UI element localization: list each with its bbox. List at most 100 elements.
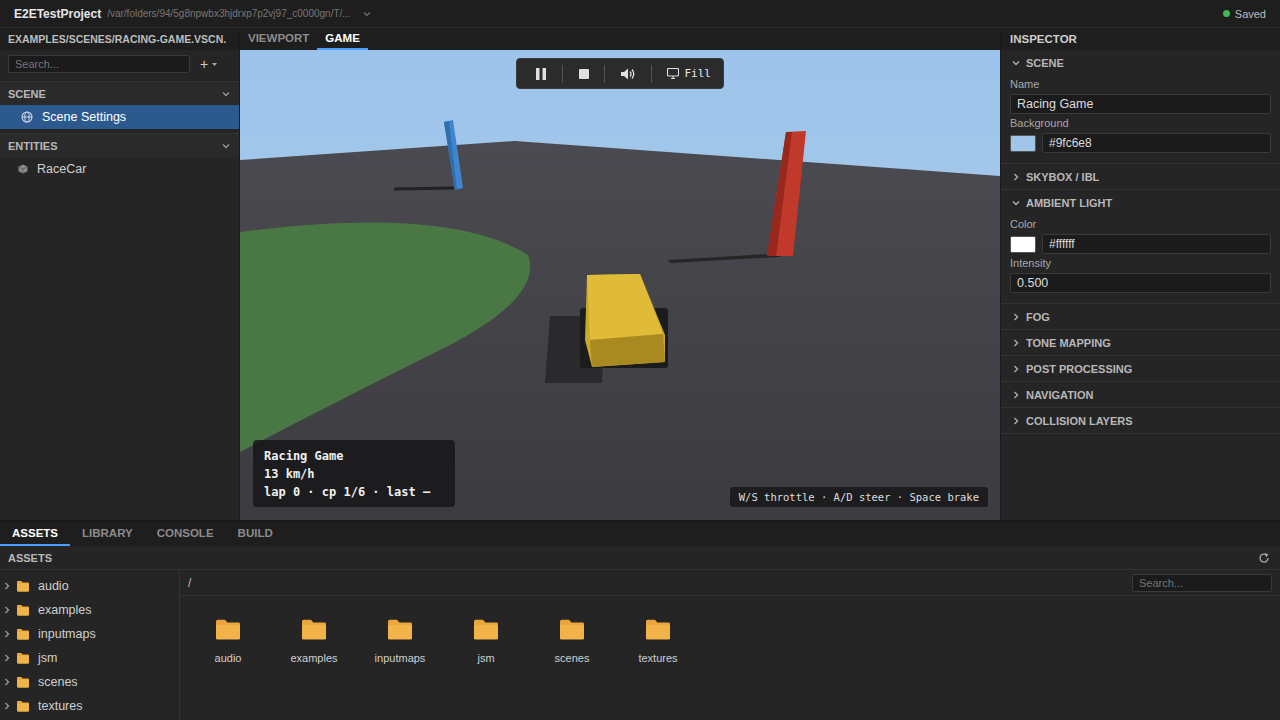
tree-item[interactable]: scenes [0,670,179,694]
pause-button[interactable] [535,67,547,81]
hud-lap: lap 0 · cp 1/6 · last — [264,485,444,499]
inspector-section-header[interactable]: SCENE [1001,50,1280,75]
hierarchy-item[interactable]: RaceCar [0,157,239,181]
bottom-tab[interactable]: LIBRARY [70,522,145,546]
chevron-down-icon [1011,198,1021,208]
chevron-right-icon [2,701,12,711]
add-label: + [200,57,208,71]
section-header[interactable]: SCENE [0,81,239,105]
color-swatch[interactable] [1010,135,1036,152]
inspector-section-header[interactable]: COLLISION LAYERS [1001,408,1280,433]
inspector-fields: Color#ffffffIntensity0.500 [1001,215,1280,303]
assets-search-input[interactable] [1139,577,1265,589]
folder-icon [16,628,30,640]
field-label: Name [1010,78,1271,90]
globe-icon [21,111,33,123]
section-header[interactable]: ENTITIES [0,133,239,157]
folder-tile[interactable]: examples [271,618,357,664]
add-button[interactable]: + [200,57,218,71]
inspector-section: COLLISION LAYERS [1001,408,1280,434]
chevron-right-icon [2,605,12,615]
inspector-section: AMBIENT LIGHTColor#ffffffIntensity0.500 [1001,190,1280,304]
hint-text: W/S throttle · A/D steer · Space brake [739,491,979,503]
inspector-section-header[interactable]: NAVIGATION [1001,382,1280,407]
inspector-section: SKYBOX / IBL [1001,164,1280,190]
scale-button[interactable]: Fill [667,67,712,80]
color-swatch[interactable] [1010,236,1036,253]
inspector-section-title: FOG [1026,311,1050,323]
folder-tile[interactable]: jsm [443,618,529,664]
view-tab[interactable]: VIEWPORT [240,28,317,50]
inspector-section-header[interactable]: TONE MAPPING [1001,330,1280,355]
editor-tab[interactable]: EXAMPLES/SCENES/RACING-GAME.VSCN. [8,33,226,45]
refresh-icon [1258,552,1270,564]
game-view[interactable]: FillRacing Game13 km/hlap 0 · cp 1/6 · l… [240,50,1000,520]
folder-tile[interactable]: textures [615,618,701,664]
assets-search[interactable] [1132,574,1272,592]
stop-button[interactable] [578,68,590,80]
hierarchy-search[interactable] [8,55,190,73]
chevron-down-icon [1011,58,1021,68]
field-value: 0.500 [1017,276,1048,290]
bottom-tab[interactable]: ASSETS [0,522,70,546]
cube-icon [18,164,28,174]
color-input[interactable]: #9fc6e8 [1042,133,1271,153]
inspector-section-header[interactable]: AMBIENT LIGHT [1001,190,1280,215]
tree-label: examples [38,603,92,617]
tree-item[interactable]: examples [0,598,179,622]
add-caret-icon [211,61,218,68]
chevron-down-icon [221,141,231,151]
tree-item[interactable]: audio [0,574,179,598]
toolbar-separator [604,65,605,83]
refresh-button[interactable] [1258,552,1270,564]
tree-label: inputmaps [38,627,96,641]
field-label: Intensity [1010,257,1271,269]
bottom-tabs: ASSETS LIBRARYCONSOLEBUILD [0,522,1280,546]
inspector-section-header[interactable]: FOG [1001,304,1280,329]
mute-button[interactable] [620,67,636,81]
hierarchy-item[interactable]: Scene Settings [0,105,239,129]
editor-tab-row: EXAMPLES/SCENES/RACING-GAME.VSCN. [0,28,239,50]
bottom-tab[interactable]: CONSOLE [145,522,226,546]
text-input[interactable]: Racing Game [1010,94,1271,114]
folder-label: examples [290,652,337,664]
tree-label: textures [38,699,82,713]
chevron-right-icon [2,581,12,591]
search-input[interactable] [15,58,183,70]
inspector-section: FOG [1001,304,1280,330]
text-input[interactable]: 0.500 [1010,273,1271,293]
bottom-tab[interactable]: BUILD [226,522,285,546]
inspector-section: TONE MAPPING [1001,330,1280,356]
view-area: VIEWPORTGAMEFillRacing Game13 km/hlap 0 … [240,28,1000,520]
chevron-right-icon [1011,416,1021,426]
status-text: Saved [1235,8,1266,20]
chevron-right-icon [2,677,12,687]
folder-label: scenes [555,652,590,664]
controls-hint: W/S throttle · A/D steer · Space brake [730,487,988,507]
inspector-panel: INSPECTORSCENENameRacing GameBackground#… [1000,28,1280,520]
field-value: Racing Game [1017,97,1093,111]
folder-tile[interactable]: inputmaps [357,618,443,664]
color-input[interactable]: #ffffff [1042,234,1271,254]
game-toolbar: Fill [516,58,724,89]
stop-icon [578,68,590,80]
inspector-section-title: COLLISION LAYERS [1026,415,1133,427]
assets-tree: audio examples inputmaps jsm scenes textures [0,570,180,720]
inspector-section-header[interactable]: POST PROCESSING [1001,356,1280,381]
tree-item[interactable]: textures [0,694,179,718]
inspector-fields: NameRacing GameBackground#9fc6e8 [1001,75,1280,163]
folder-icon [16,676,30,688]
bottom-tab-label: ASSETS [12,527,58,539]
folder-icon [16,580,30,592]
item-label: Scene Settings [42,110,126,124]
dropdown-caret-icon [363,10,371,18]
folder-tile[interactable]: scenes [529,618,615,664]
tree-item[interactable]: inputmaps [0,622,179,646]
view-tabs: VIEWPORTGAME [240,28,1000,50]
inspector-section: POST PROCESSING [1001,356,1280,382]
folder-tile[interactable]: audio [185,618,271,664]
tree-label: scenes [38,675,78,689]
view-tab[interactable]: GAME [317,28,368,50]
inspector-section-header[interactable]: SKYBOX / IBL [1001,164,1280,189]
tree-item[interactable]: jsm [0,646,179,670]
